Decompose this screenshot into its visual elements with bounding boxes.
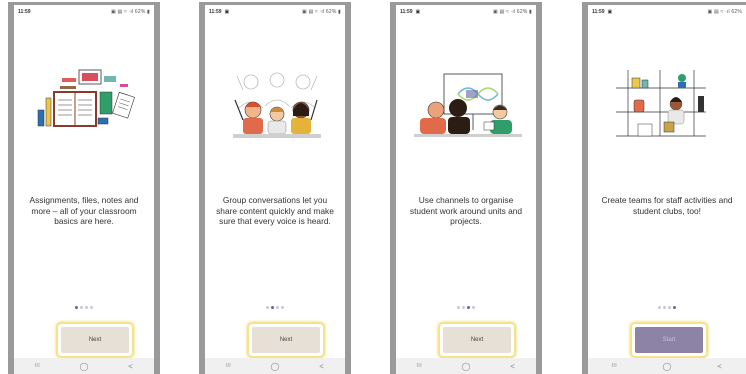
status-icons: ▣ ▤ ≈ ·ıl 62% ▮ <box>492 9 532 15</box>
classroom-supplies-illustration <box>37 69 135 127</box>
status-icons: ▣ ▤ ≈ ·ıl 62% ▮ <box>110 9 150 15</box>
page-dot <box>457 306 460 309</box>
recent-apps-icon[interactable]: III <box>27 363 47 369</box>
recent-apps-icon[interactable]: III <box>409 363 429 369</box>
page-dot <box>80 306 83 309</box>
home-icon[interactable]: ◯ <box>456 362 476 371</box>
notification-icon: ▣ <box>607 9 613 15</box>
next-button[interactable]: Next <box>61 327 129 353</box>
page-dot <box>281 306 284 309</box>
home-icon[interactable]: ◯ <box>265 362 285 371</box>
page-dot <box>658 306 661 309</box>
back-icon[interactable]: < <box>121 362 141 371</box>
slide-description: Use channels to organise student work ar… <box>409 195 523 226</box>
button-highlight: Start <box>630 322 708 358</box>
page-indicator <box>205 306 345 309</box>
page-dot <box>276 306 279 309</box>
slide-description: Assignments, files, notes and more – all… <box>29 195 139 226</box>
home-icon[interactable]: ◯ <box>657 362 677 371</box>
back-icon[interactable]: < <box>710 362 730 371</box>
page-dot <box>472 306 475 309</box>
status-bar: 11:59 ▣ ▣ ▤ ≈ ·ıl 62% ▮ <box>396 5 536 19</box>
status-time: 11:59 <box>400 9 413 15</box>
android-nav-bar: III ◯ < <box>14 358 154 374</box>
button-highlight: Next <box>56 322 134 358</box>
status-time: 11:59 <box>209 9 222 15</box>
phone-screen-4: 11:59 ▣ ▣ ▤ ≈ ·ıl 62% Create teams for s… <box>582 2 746 374</box>
recent-apps-icon[interactable]: III <box>604 363 624 369</box>
page-dot <box>266 306 269 309</box>
page-dot <box>673 306 676 309</box>
status-bar: 11:59 ▣ ▤ ≈ ·ıl 62% ▮ <box>14 5 154 19</box>
page-indicator <box>396 306 536 309</box>
notification-icon: ▣ <box>415 9 421 15</box>
back-icon[interactable]: < <box>503 362 523 371</box>
notification-icon: ▣ <box>224 9 230 15</box>
page-dot <box>90 306 93 309</box>
status-bar: 11:59 ▣ ▣ ▤ ≈ ·ıl 62% <box>588 5 746 19</box>
slide-description: Group conversations let you share conten… <box>216 195 334 226</box>
status-time: 11:59 <box>592 9 605 15</box>
status-bar: 11:59 ▣ ▣ ▤ ≈ ·ıl 62% ▮ <box>205 5 345 19</box>
recent-apps-icon[interactable]: III <box>218 363 238 369</box>
phone-screen-2: 11:59 ▣ ▣ ▤ ≈ ·ıl 62% ▮ Group conversati… <box>199 2 351 374</box>
button-highlight: Next <box>247 322 325 358</box>
page-dot <box>467 306 470 309</box>
slide-description: Create teams for staff activities and st… <box>601 195 733 216</box>
next-button[interactable]: Next <box>252 327 320 353</box>
students-at-whiteboard-illustration <box>414 73 522 137</box>
page-dot <box>663 306 666 309</box>
status-icons: ▣ ▤ ≈ ·ıl 62% ▮ <box>301 9 341 15</box>
next-button[interactable]: Next <box>443 327 511 353</box>
status-icons: ▣ ▤ ≈ ·ıl 62% <box>707 9 742 15</box>
start-button[interactable]: Start <box>635 327 703 353</box>
android-nav-bar: III ◯ < <box>588 358 746 374</box>
back-icon[interactable]: < <box>312 362 332 371</box>
page-indicator <box>14 306 154 309</box>
phone-screen-3: 11:59 ▣ ▣ ▤ ≈ ·ıl 62% ▮ Use channels to … <box>390 2 542 374</box>
home-icon[interactable]: ◯ <box>74 362 94 371</box>
page-dot <box>75 306 78 309</box>
phone-screen-1: 11:59 ▣ ▤ ≈ ·ıl 62% ▮ Assignments, files… <box>8 2 160 374</box>
status-time: 11:59 <box>18 9 31 15</box>
page-indicator <box>588 306 746 309</box>
teams-shelves-illustration <box>616 70 706 137</box>
page-dot <box>668 306 671 309</box>
android-nav-bar: III ◯ < <box>396 358 536 374</box>
button-highlight: Next <box>438 322 516 358</box>
students-raising-hands-illustration <box>233 72 321 138</box>
page-dot <box>271 306 274 309</box>
page-dot <box>462 306 465 309</box>
android-nav-bar: III ◯ < <box>205 358 345 374</box>
page-dot <box>85 306 88 309</box>
